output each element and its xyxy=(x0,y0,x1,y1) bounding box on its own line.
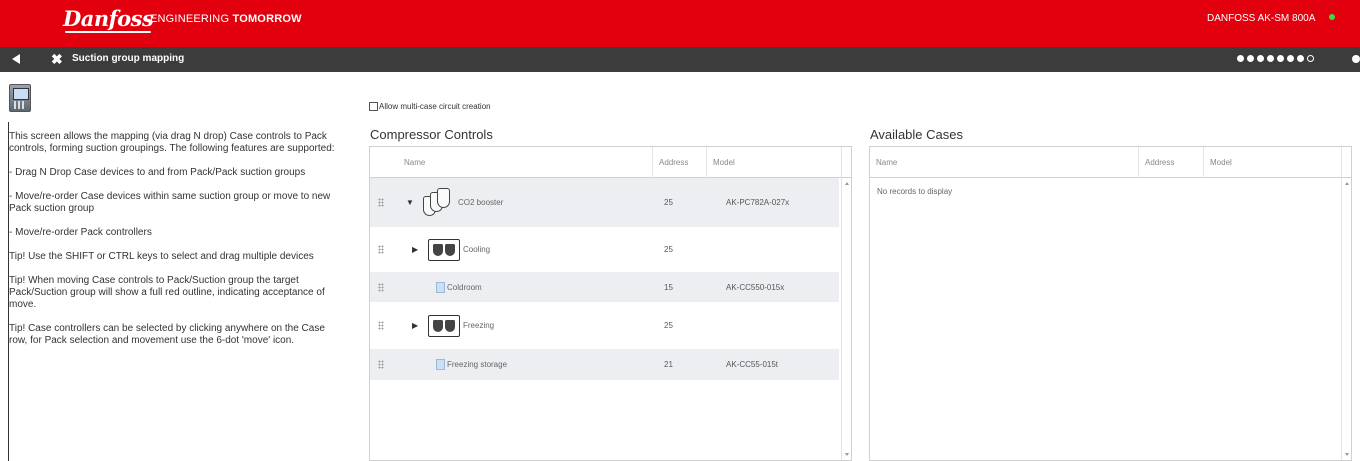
available-cases-title: Available Cases xyxy=(870,127,963,142)
help-paragraph: Tip! Case controllers can be selected by… xyxy=(9,323,325,346)
page-dot[interactable] xyxy=(1257,55,1264,62)
case-controller-icon xyxy=(436,359,445,370)
page-dot[interactable] xyxy=(1237,55,1244,62)
column-header-address[interactable]: Address xyxy=(652,147,706,178)
page-dot[interactable] xyxy=(1297,55,1304,62)
table-row[interactable]: ▶ Cooling 25 xyxy=(370,227,839,272)
page-indicator xyxy=(1237,55,1314,62)
close-x-icon[interactable]: ✖ xyxy=(51,50,63,68)
page-title: Suction group mapping xyxy=(72,53,185,64)
column-header-name[interactable]: Name xyxy=(370,147,652,178)
page-dot[interactable] xyxy=(1287,55,1294,62)
empty-message: No records to display xyxy=(877,187,953,196)
table-row[interactable]: ▼ CO2 booster 25 AK-PC782A-027x xyxy=(370,178,839,227)
suction-group-icon xyxy=(428,314,460,337)
connection-status-icon xyxy=(1329,14,1335,20)
compressor-controls-grid: Name Address Model ▼ CO2 booster 25 AK-P… xyxy=(369,146,852,461)
help-paragraph: Tip! When moving Case controls to Pack/S… xyxy=(9,275,325,310)
page-dot-current[interactable] xyxy=(1307,55,1314,62)
multicase-label: Allow multi-case circuit creation xyxy=(379,102,491,111)
compressor-controls-title: Compressor Controls xyxy=(370,127,493,142)
expand-icon[interactable]: ▶ xyxy=(412,245,418,254)
danfoss-logo: Danfoss xyxy=(63,6,154,33)
scroll-down-icon[interactable] xyxy=(845,453,849,456)
multicase-option[interactable]: Allow multi-case circuit creation xyxy=(369,102,491,111)
column-header-address[interactable]: Address xyxy=(1138,147,1203,178)
header-scroll-cap xyxy=(1341,147,1351,178)
grid-header: Name Address Model xyxy=(870,147,1351,178)
drag-handle-icon[interactable] xyxy=(378,198,384,207)
help-paragraph: This screen allows the mapping (via drag… xyxy=(9,131,335,154)
column-header-model[interactable]: Model xyxy=(706,147,841,178)
table-row[interactable]: ▶ Freezing 25 xyxy=(370,302,839,349)
address-cell: 25 xyxy=(664,245,673,254)
page-dot[interactable] xyxy=(1247,55,1254,62)
device-name: DANFOSS AK-SM 800A xyxy=(1207,13,1316,24)
vertical-scrollbar[interactable] xyxy=(1341,178,1351,460)
page-dot[interactable] xyxy=(1267,55,1274,62)
next-page-icon[interactable] xyxy=(1352,55,1360,63)
drag-handle-icon[interactable] xyxy=(378,245,384,254)
controller-device-icon xyxy=(9,84,31,112)
available-cases-grid: Name Address Model No records to display xyxy=(869,146,1352,461)
address-cell: 15 xyxy=(664,282,673,292)
table-row[interactable]: Coldroom 15 AK-CC550-015x xyxy=(370,272,839,302)
address-cell: 21 xyxy=(664,360,673,369)
vertical-scrollbar[interactable] xyxy=(841,178,851,460)
expand-icon[interactable]: ▶ xyxy=(412,321,418,330)
page-dot[interactable] xyxy=(1277,55,1284,62)
table-row[interactable]: Freezing storage 21 AK-CC55-015t xyxy=(370,349,839,380)
drag-handle-icon[interactable] xyxy=(378,282,384,292)
scroll-up-icon[interactable] xyxy=(1345,182,1349,185)
help-paragraph: - Move/re-order Case devices within same… xyxy=(9,191,331,214)
scroll-down-icon[interactable] xyxy=(1345,453,1349,456)
device-name-cell: Cooling xyxy=(463,245,491,254)
device-name-cell: Coldroom xyxy=(447,282,482,292)
column-header-model[interactable]: Model xyxy=(1203,147,1343,178)
compressor-pack-icon xyxy=(420,187,454,218)
model-cell: AK-PC782A-027x xyxy=(726,198,790,207)
device-name-cell: CO2 booster xyxy=(458,198,504,207)
column-header-name[interactable]: Name xyxy=(870,147,1138,178)
model-cell: AK-CC550-015x xyxy=(726,282,785,292)
arrow-left-icon[interactable] xyxy=(12,54,20,64)
drag-handle-icon[interactable] xyxy=(378,360,384,369)
scroll-up-icon[interactable] xyxy=(845,182,849,185)
tagline-regular: ENGINEERING xyxy=(150,13,233,25)
help-paragraph: Tip! Use the SHIFT or CTRL keys to selec… xyxy=(9,251,314,262)
model-cell: AK-CC55-015t xyxy=(726,360,779,369)
collapse-icon[interactable]: ▼ xyxy=(406,198,414,207)
device-name-cell: Freezing storage xyxy=(447,360,508,369)
help-paragraph: - Move/re-order Pack controllers xyxy=(9,227,152,238)
brand-tagline: ENGINEERING TOMORROW xyxy=(150,13,302,25)
address-cell: 25 xyxy=(664,198,673,207)
tagline-bold: TOMORROW xyxy=(232,13,302,25)
device-name-cell: Freezing xyxy=(463,321,495,330)
grid-header: Name Address Model xyxy=(370,147,851,178)
address-cell: 25 xyxy=(664,321,673,330)
suction-group-icon xyxy=(428,238,460,261)
help-text: This screen allows the mapping (via drag… xyxy=(9,131,339,359)
header-scroll-cap xyxy=(841,147,851,178)
drag-handle-icon[interactable] xyxy=(378,321,384,330)
help-paragraph: - Drag N Drop Case devices to and from P… xyxy=(9,167,306,178)
top-header-bar: Danfoss ENGINEERING TOMORROW DANFOSS AK-… xyxy=(0,0,1360,47)
multicase-checkbox[interactable] xyxy=(369,102,378,111)
navigation-bar: ✖ Suction group mapping xyxy=(0,47,1360,72)
case-controller-icon xyxy=(436,281,445,293)
